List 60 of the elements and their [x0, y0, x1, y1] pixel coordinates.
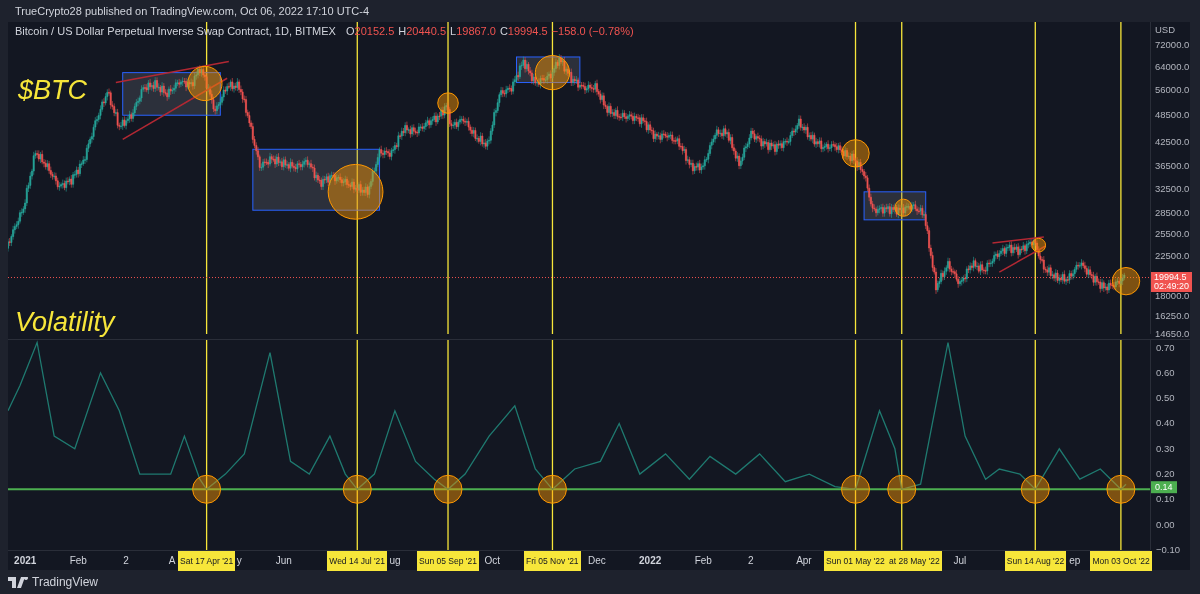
axis-label: A: [168, 555, 176, 566]
ohlc-label: O: [345, 25, 355, 37]
ohlc-value: 20440.5: [406, 25, 446, 37]
axis-label: Feb: [69, 555, 87, 566]
date-label: Mon 03 Oct '22: [1090, 551, 1152, 571]
axis-unit: USD: [1155, 24, 1176, 35]
chart-title: $BTC: [18, 75, 88, 106]
date-label: Wed 14 Jul '21: [327, 551, 388, 571]
axis-label: Apr: [796, 555, 812, 566]
axis-label: 0.30: [1156, 443, 1175, 454]
axis-label: 22500.0: [1155, 251, 1190, 261]
axis-label: 64000.0: [1155, 62, 1190, 72]
date-label: at 28 May '22: [887, 551, 942, 571]
axis-label: 36500.0: [1155, 161, 1190, 171]
date-label: Sat 17 Apr '21: [178, 551, 236, 571]
axis-label: Feb: [694, 555, 712, 566]
date-label: Fri 05 Nov '21: [523, 551, 581, 571]
axis-label: 42500.0: [1155, 137, 1190, 147]
axis-label: 25500.0: [1155, 229, 1190, 239]
axis-label: 0.70: [1156, 342, 1175, 353]
axis-label: 56000.0: [1155, 85, 1190, 95]
axis-label: Dec: [587, 555, 606, 566]
countdown: 02:49:20: [1154, 281, 1190, 291]
date-label: Sun 14 Aug '22: [1004, 551, 1067, 571]
axis-label: 0.40: [1156, 418, 1175, 429]
axis-label: 14650.0: [1155, 329, 1190, 339]
axis-label: y: [236, 555, 242, 566]
axis-label: 48500.0: [1155, 110, 1190, 120]
axis-label: ep: [1069, 555, 1081, 566]
axis-label: 32500.0: [1155, 184, 1190, 194]
axis-label: Jun: [275, 555, 292, 566]
axis-label: 0.60: [1156, 367, 1175, 378]
axis-label: 72000.0: [1155, 40, 1190, 50]
value-badge: 0.14: [1151, 481, 1177, 494]
brand-name: TradingView: [32, 575, 99, 589]
axis-label: 2: [748, 555, 754, 566]
ohlc-label: C: [499, 25, 508, 37]
axis-label: 2: [123, 555, 129, 566]
axis-label: Jul: [953, 555, 967, 566]
ohlc-value: 19867.0: [456, 25, 496, 37]
axis-label: Oct: [484, 555, 501, 566]
axis-label: 18000.0: [1155, 291, 1190, 301]
axis-label: 2022: [639, 555, 662, 566]
ohlc-label: L: [450, 25, 457, 37]
axis-label: 0.20: [1156, 469, 1175, 480]
ohlc-label: H: [398, 25, 407, 37]
axis-label: 28500.0: [1155, 208, 1190, 218]
date-label: Sun 01 May '22: [824, 551, 887, 571]
axis-label: 0.00: [1156, 519, 1175, 530]
axis-label: 16250.0: [1155, 311, 1190, 321]
axis-label: 0.50: [1156, 393, 1175, 404]
publish-note: TrueCrypto28 published on TradingView.com, Oct 06, 2022 17:10 UTC-4: [15, 5, 370, 17]
axis-label: ug: [389, 555, 401, 566]
axis-label: 0.10: [1156, 494, 1175, 505]
chart-title: Volatility: [15, 307, 115, 338]
last-price: 19994.5: [1154, 272, 1188, 282]
axis-label: −0.10: [1156, 545, 1181, 555]
ohlc-value: 19994.5: [507, 25, 548, 37]
axis-label: 2021: [14, 555, 37, 566]
date-label: Sun 05 Sep '21: [417, 551, 479, 571]
